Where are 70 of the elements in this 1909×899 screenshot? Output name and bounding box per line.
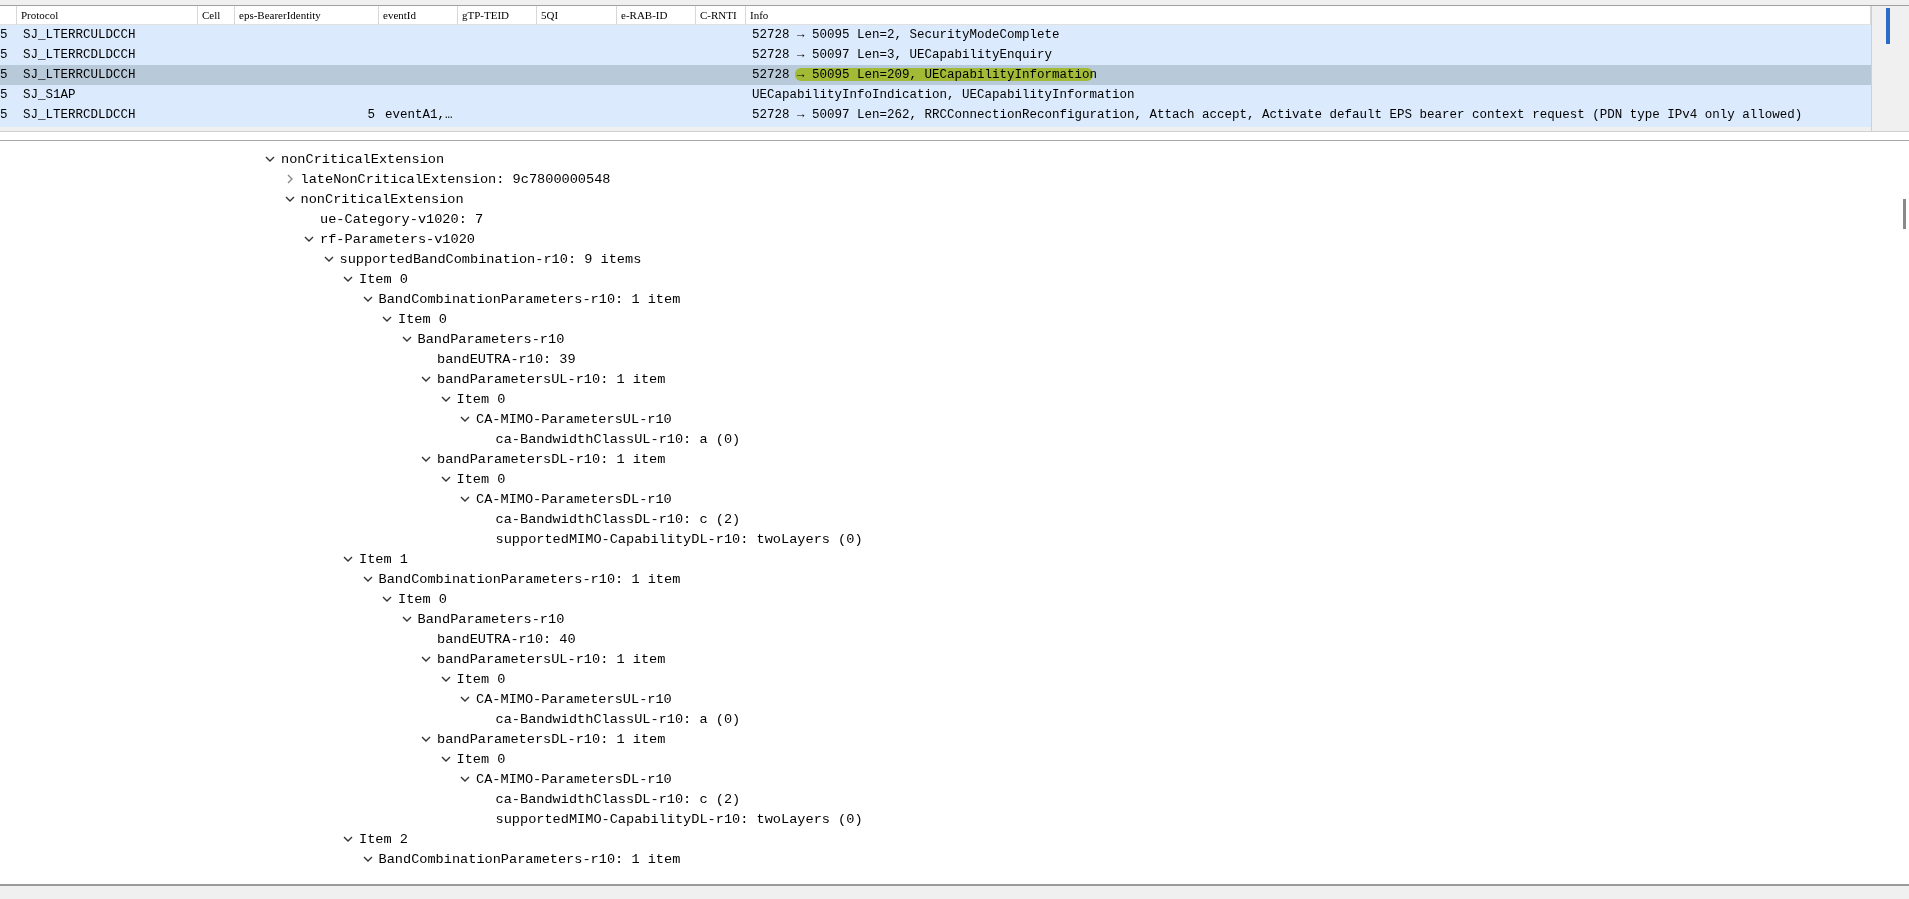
column-header[interactable]: e-RAB-ID: [621, 9, 668, 21]
tree-item[interactable]: Item 0: [456, 671, 506, 687]
packet-row[interactable]: 5 SJ_S1AP UECapabilityInfoIndication, UECapabilityInformation: [0, 85, 1871, 105]
tree-item[interactable]: supportedMIMO-CapabilityDL-r10: twoLayers (0): [495, 531, 863, 547]
tree-item[interactable]: lateNonCriticalExtension: 9c7800000548: [300, 171, 611, 187]
table-cell: 52728 → 50095 Len=2, SecurityModeComplete: [752, 28, 1060, 42]
column-header[interactable]: Info: [750, 9, 769, 21]
tree-item[interactable]: ca-BandwidthClassDL-r10: c (2): [495, 511, 741, 527]
tree-item[interactable]: BandCombinationParameters-r10: 1 item: [378, 851, 681, 867]
tree-item[interactable]: BandCombinationParameters-r10: 1 item: [378, 291, 681, 307]
tree-item[interactable]: Item 0: [456, 471, 506, 487]
table-cell: 5: [0, 28, 8, 42]
horizontal-scrollbar[interactable]: [0, 884, 1909, 899]
table-cell: UECapabilityInfoIndication, UECapabilityInformation: [752, 88, 1135, 102]
tree-item[interactable]: BandCombinationParameters-r10: 1 item: [378, 571, 681, 587]
tree-item[interactable]: bandEUTRA-r10: 39: [437, 351, 576, 367]
tree-item[interactable]: bandParametersDL-r10: 1 item: [437, 451, 666, 467]
column-header[interactable]: C-RNTI: [700, 9, 737, 21]
tree-item[interactable]: BandParameters-r10: [417, 611, 565, 627]
table-cell: 5: [0, 68, 8, 82]
tree-item[interactable]: CA-MIMO-ParametersDL-r10: [476, 771, 672, 787]
packet-row[interactable]: 5 SJ_LTERRCDLDCCH 52728 → 50097 Len=3, UECapabilityEnquiry: [0, 45, 1871, 65]
scrollbar-thumb[interactable]: [1903, 199, 1906, 229]
packet-row[interactable]: 5 SJ_LTERRCDLDCCH 5 eventA1,… 52728 → 50097 Len=262, RRCConnectionReconfiguration, Attach accept, Activate default EPS bearer context request (PDN type IPv4 only allowed): [0, 105, 1871, 125]
tree-item[interactable]: supportedBandCombination-r10: 9 items: [339, 251, 642, 267]
tree-item[interactable]: bandEUTRA-r10: 40: [437, 631, 576, 647]
tree-item[interactable]: Item 2: [359, 831, 408, 847]
tree-item[interactable]: supportedMIMO-CapabilityDL-r10: twoLayers (0): [495, 811, 863, 827]
table-cell: SJ_LTERRCULDCCH: [23, 68, 136, 82]
tree-item[interactable]: BandParameters-r10: [417, 331, 565, 347]
tree-item[interactable]: Item 0: [456, 751, 506, 767]
tree-item[interactable]: CA-MIMO-ParametersUL-r10: [476, 411, 672, 427]
tree-item[interactable]: ca-BandwidthClassUL-r10: a (0): [495, 431, 741, 447]
tree-item[interactable]: Item 0: [456, 391, 506, 407]
tree-item[interactable]: nonCriticalExtension: [300, 191, 464, 207]
tree-item[interactable]: bandParametersDL-r10: 1 item: [437, 731, 666, 747]
table-cell: SJ_LTERRCULDCCH: [23, 28, 136, 42]
scrollbar-thumb[interactable]: [1886, 8, 1890, 44]
tree-item[interactable]: ue-Category-v1020: 7: [320, 211, 484, 227]
tree-item[interactable]: bandParametersUL-r10: 1 item: [437, 371, 666, 387]
table-cell: SJ_LTERRCDLDCCH: [23, 108, 136, 122]
table-cell: SJ_S1AP: [23, 88, 76, 102]
vertical-scrollbar[interactable]: [1871, 6, 1909, 131]
table-cell: 5: [367, 108, 375, 122]
column-header[interactable]: gTP-TEID: [462, 9, 510, 21]
tree-item[interactable]: bandParametersUL-r10: 1 item: [437, 651, 666, 667]
column-header[interactable]: Cell: [202, 9, 221, 21]
horizontal-scrollbar[interactable]: [0, 127, 1871, 131]
column-header[interactable]: eventId: [383, 9, 416, 21]
table-cell: 5: [0, 48, 8, 62]
tree-item[interactable]: ca-BandwidthClassUL-r10: a (0): [495, 711, 741, 727]
tree-item[interactable]: CA-MIMO-ParametersDL-r10: [476, 491, 672, 507]
table-cell: 52728 → 50097 Len=3, UECapabilityEnquiry: [752, 48, 1053, 62]
column-header[interactable]: 5QI: [541, 9, 559, 21]
tree-item[interactable]: Item 1: [359, 551, 408, 567]
table-cell: eventA1,…: [385, 108, 453, 122]
table-cell: 5: [0, 108, 8, 122]
packet-row[interactable]: 5 SJ_LTERRCULDCCH 52728 → 50095 Len=2, SecurityModeComplete: [0, 25, 1871, 45]
table-cell: SJ_LTERRCDLDCCH: [23, 48, 136, 62]
tree-item[interactable]: rf-Parameters-v1020: [320, 231, 475, 247]
table-cell: 5: [0, 88, 8, 102]
column-header[interactable]: eps-BearerIdentity: [239, 9, 321, 21]
tree-item[interactable]: Item 0: [359, 271, 408, 287]
column-header[interactable]: Protocol: [21, 9, 59, 21]
tree-item[interactable]: Item 0: [398, 591, 447, 607]
table-cell: 52728 → 50097 Len=262, RRCConnectionReconfiguration, Attach accept, Activate default EPS bearer context request (PDN type IPv4 only allowed): [752, 108, 1803, 122]
tree-item[interactable]: Item 0: [398, 311, 447, 327]
tree-item[interactable]: ca-BandwidthClassDL-r10: c (2): [495, 791, 741, 807]
tree-item[interactable]: nonCriticalExtension: [281, 151, 445, 167]
tree-item[interactable]: CA-MIMO-ParametersUL-r10: [476, 691, 672, 707]
